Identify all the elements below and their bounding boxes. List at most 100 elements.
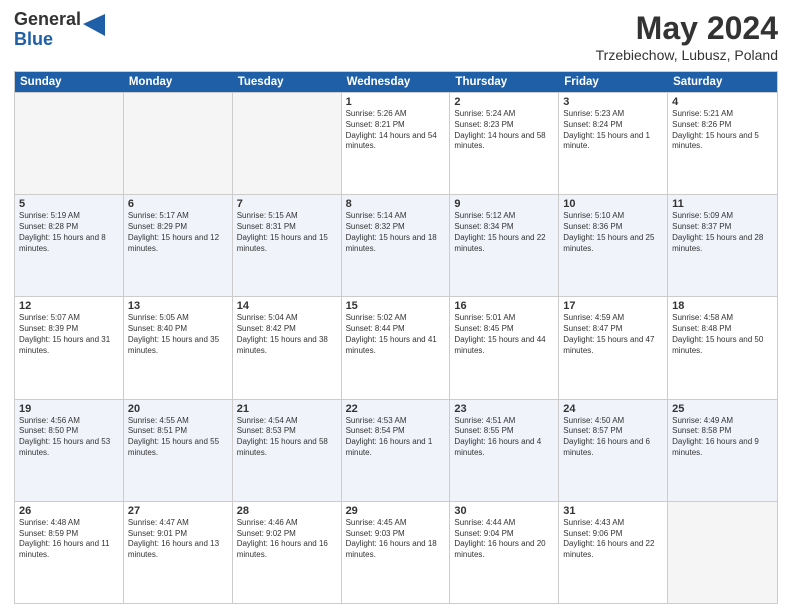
calendar-row: 12Sunrise: 5:07 AM Sunset: 8:39 PM Dayli…: [15, 296, 777, 398]
day-number: 30: [454, 505, 554, 517]
day-detail: Sunrise: 4:53 AM Sunset: 8:54 PM Dayligh…: [346, 416, 446, 459]
calendar-row: 19Sunrise: 4:56 AM Sunset: 8:50 PM Dayli…: [15, 399, 777, 501]
calendar-cell: 12Sunrise: 5:07 AM Sunset: 8:39 PM Dayli…: [15, 297, 124, 398]
day-detail: Sunrise: 5:14 AM Sunset: 8:32 PM Dayligh…: [346, 211, 446, 254]
day-number: 24: [563, 403, 663, 415]
day-detail: Sunrise: 4:50 AM Sunset: 8:57 PM Dayligh…: [563, 416, 663, 459]
calendar-cell: 10Sunrise: 5:10 AM Sunset: 8:36 PM Dayli…: [559, 195, 668, 296]
calendar-cell: 4Sunrise: 5:21 AM Sunset: 8:26 PM Daylig…: [668, 93, 777, 194]
calendar-header-cell: Wednesday: [342, 72, 451, 92]
day-detail: Sunrise: 5:04 AM Sunset: 8:42 PM Dayligh…: [237, 313, 337, 356]
day-number: 17: [563, 300, 663, 312]
day-number: 5: [19, 198, 119, 210]
logo-general: General: [14, 10, 81, 30]
day-number: 14: [237, 300, 337, 312]
calendar-cell: 26Sunrise: 4:48 AM Sunset: 8:59 PM Dayli…: [15, 502, 124, 603]
day-detail: Sunrise: 5:23 AM Sunset: 8:24 PM Dayligh…: [563, 109, 663, 152]
calendar-cell-empty: [668, 502, 777, 603]
day-detail: Sunrise: 5:05 AM Sunset: 8:40 PM Dayligh…: [128, 313, 228, 356]
day-detail: Sunrise: 5:24 AM Sunset: 8:23 PM Dayligh…: [454, 109, 554, 152]
logo-icon: [83, 14, 105, 44]
calendar-cell: 2Sunrise: 5:24 AM Sunset: 8:23 PM Daylig…: [450, 93, 559, 194]
day-number: 27: [128, 505, 228, 517]
day-detail: Sunrise: 4:43 AM Sunset: 9:06 PM Dayligh…: [563, 518, 663, 561]
day-number: 6: [128, 198, 228, 210]
calendar-cell: 8Sunrise: 5:14 AM Sunset: 8:32 PM Daylig…: [342, 195, 451, 296]
calendar-header-cell: Tuesday: [233, 72, 342, 92]
day-detail: Sunrise: 4:48 AM Sunset: 8:59 PM Dayligh…: [19, 518, 119, 561]
day-detail: Sunrise: 4:49 AM Sunset: 8:58 PM Dayligh…: [672, 416, 773, 459]
day-number: 28: [237, 505, 337, 517]
day-detail: Sunrise: 5:01 AM Sunset: 8:45 PM Dayligh…: [454, 313, 554, 356]
day-number: 11: [672, 198, 773, 210]
calendar-header: SundayMondayTuesdayWednesdayThursdayFrid…: [15, 72, 777, 92]
day-detail: Sunrise: 4:51 AM Sunset: 8:55 PM Dayligh…: [454, 416, 554, 459]
logo: General Blue: [14, 10, 105, 50]
calendar-header-cell: Monday: [124, 72, 233, 92]
calendar-cell: 7Sunrise: 5:15 AM Sunset: 8:31 PM Daylig…: [233, 195, 342, 296]
calendar-cell: 18Sunrise: 4:58 AM Sunset: 8:48 PM Dayli…: [668, 297, 777, 398]
calendar-cell: 16Sunrise: 5:01 AM Sunset: 8:45 PM Dayli…: [450, 297, 559, 398]
day-number: 25: [672, 403, 773, 415]
day-detail: Sunrise: 4:54 AM Sunset: 8:53 PM Dayligh…: [237, 416, 337, 459]
calendar-cell: 5Sunrise: 5:19 AM Sunset: 8:28 PM Daylig…: [15, 195, 124, 296]
day-number: 29: [346, 505, 446, 517]
header: General Blue May 2024 Trzebiechow, Lubus…: [14, 10, 778, 63]
calendar-cell: 15Sunrise: 5:02 AM Sunset: 8:44 PM Dayli…: [342, 297, 451, 398]
calendar-cell-empty: [233, 93, 342, 194]
day-detail: Sunrise: 5:19 AM Sunset: 8:28 PM Dayligh…: [19, 211, 119, 254]
day-detail: Sunrise: 5:09 AM Sunset: 8:37 PM Dayligh…: [672, 211, 773, 254]
calendar-cell: 13Sunrise: 5:05 AM Sunset: 8:40 PM Dayli…: [124, 297, 233, 398]
day-number: 22: [346, 403, 446, 415]
day-number: 3: [563, 96, 663, 108]
calendar-cell: 14Sunrise: 5:04 AM Sunset: 8:42 PM Dayli…: [233, 297, 342, 398]
day-detail: Sunrise: 4:59 AM Sunset: 8:47 PM Dayligh…: [563, 313, 663, 356]
calendar-header-cell: Sunday: [15, 72, 124, 92]
day-number: 12: [19, 300, 119, 312]
calendar-cell-empty: [15, 93, 124, 194]
day-number: 1: [346, 96, 446, 108]
day-detail: Sunrise: 4:58 AM Sunset: 8:48 PM Dayligh…: [672, 313, 773, 356]
day-number: 21: [237, 403, 337, 415]
day-detail: Sunrise: 4:56 AM Sunset: 8:50 PM Dayligh…: [19, 416, 119, 459]
calendar-cell: 9Sunrise: 5:12 AM Sunset: 8:34 PM Daylig…: [450, 195, 559, 296]
day-number: 2: [454, 96, 554, 108]
calendar-cell: 20Sunrise: 4:55 AM Sunset: 8:51 PM Dayli…: [124, 400, 233, 501]
day-detail: Sunrise: 5:02 AM Sunset: 8:44 PM Dayligh…: [346, 313, 446, 356]
day-number: 31: [563, 505, 663, 517]
day-detail: Sunrise: 4:44 AM Sunset: 9:04 PM Dayligh…: [454, 518, 554, 561]
calendar-cell: 22Sunrise: 4:53 AM Sunset: 8:54 PM Dayli…: [342, 400, 451, 501]
day-detail: Sunrise: 5:17 AM Sunset: 8:29 PM Dayligh…: [128, 211, 228, 254]
calendar-row: 5Sunrise: 5:19 AM Sunset: 8:28 PM Daylig…: [15, 194, 777, 296]
calendar-cell: 31Sunrise: 4:43 AM Sunset: 9:06 PM Dayli…: [559, 502, 668, 603]
calendar-cell: 24Sunrise: 4:50 AM Sunset: 8:57 PM Dayli…: [559, 400, 668, 501]
day-number: 15: [346, 300, 446, 312]
calendar-cell-empty: [124, 93, 233, 194]
day-detail: Sunrise: 5:21 AM Sunset: 8:26 PM Dayligh…: [672, 109, 773, 152]
location: Trzebiechow, Lubusz, Poland: [596, 47, 778, 63]
day-detail: Sunrise: 4:55 AM Sunset: 8:51 PM Dayligh…: [128, 416, 228, 459]
day-number: 10: [563, 198, 663, 210]
day-detail: Sunrise: 5:26 AM Sunset: 8:21 PM Dayligh…: [346, 109, 446, 152]
logo-text: General Blue: [14, 10, 81, 50]
logo-blue: Blue: [14, 30, 81, 50]
calendar-cell: 17Sunrise: 4:59 AM Sunset: 8:47 PM Dayli…: [559, 297, 668, 398]
day-detail: Sunrise: 5:12 AM Sunset: 8:34 PM Dayligh…: [454, 211, 554, 254]
day-number: 23: [454, 403, 554, 415]
day-number: 18: [672, 300, 773, 312]
day-number: 13: [128, 300, 228, 312]
day-number: 20: [128, 403, 228, 415]
month-year: May 2024: [596, 10, 778, 47]
calendar-cell: 1Sunrise: 5:26 AM Sunset: 8:21 PM Daylig…: [342, 93, 451, 194]
calendar-cell: 30Sunrise: 4:44 AM Sunset: 9:04 PM Dayli…: [450, 502, 559, 603]
calendar-row: 26Sunrise: 4:48 AM Sunset: 8:59 PM Dayli…: [15, 501, 777, 603]
calendar-cell: 6Sunrise: 5:17 AM Sunset: 8:29 PM Daylig…: [124, 195, 233, 296]
calendar: SundayMondayTuesdayWednesdayThursdayFrid…: [14, 71, 778, 604]
calendar-header-cell: Friday: [559, 72, 668, 92]
day-number: 19: [19, 403, 119, 415]
day-detail: Sunrise: 5:07 AM Sunset: 8:39 PM Dayligh…: [19, 313, 119, 356]
day-number: 26: [19, 505, 119, 517]
calendar-cell: 3Sunrise: 5:23 AM Sunset: 8:24 PM Daylig…: [559, 93, 668, 194]
day-detail: Sunrise: 4:47 AM Sunset: 9:01 PM Dayligh…: [128, 518, 228, 561]
day-number: 9: [454, 198, 554, 210]
